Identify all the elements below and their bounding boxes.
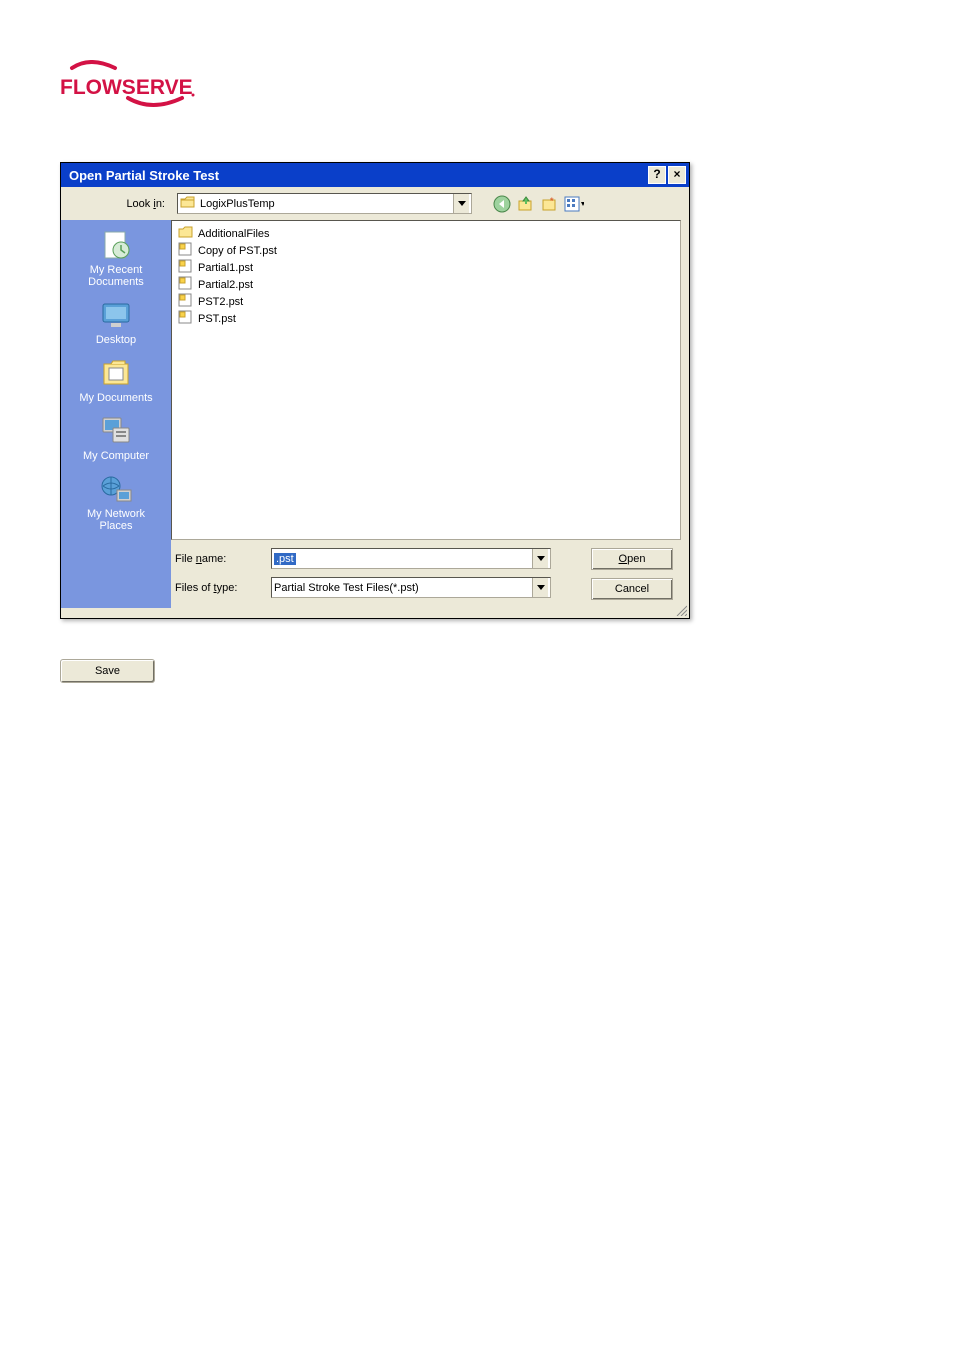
desktop-icon bbox=[99, 298, 133, 332]
resize-grip[interactable] bbox=[61, 608, 689, 618]
cancel-button[interactable]: Cancel bbox=[591, 578, 673, 600]
files-of-type-label: Files of type: bbox=[171, 582, 261, 594]
list-item[interactable]: PST2.pst bbox=[176, 293, 676, 310]
place-label: My Recent Documents bbox=[71, 264, 161, 288]
file-name: Partial1.pst bbox=[198, 262, 253, 274]
back-button[interactable] bbox=[492, 194, 512, 214]
open-file-dialog: Open Partial Stroke Test ? × Look in: Lo… bbox=[60, 162, 690, 619]
pst-file-icon bbox=[178, 242, 194, 259]
help-button[interactable]: ? bbox=[648, 166, 666, 184]
close-button[interactable]: × bbox=[668, 166, 686, 184]
pst-file-icon bbox=[178, 310, 194, 327]
views-button[interactable] bbox=[564, 194, 584, 214]
place-label: My Network Places bbox=[71, 508, 161, 532]
file-name: PST.pst bbox=[198, 313, 236, 325]
places-my-network-places[interactable]: My Network Places bbox=[71, 472, 161, 532]
dialog-title: Open Partial Stroke Test bbox=[69, 168, 648, 183]
file-name: AdditionalFiles bbox=[198, 228, 270, 240]
dialog-bottom: File name: .pst Files of type: Partial S… bbox=[171, 540, 689, 608]
dialog-titlebar: Open Partial Stroke Test ? × bbox=[61, 163, 689, 187]
places-bar: My Recent Documents Desktop My Documents bbox=[61, 220, 171, 608]
file-name-value: .pst bbox=[274, 553, 296, 565]
svg-text:FLOWSERVE: FLOWSERVE bbox=[60, 76, 193, 99]
place-label: My Documents bbox=[79, 392, 152, 404]
places-desktop[interactable]: Desktop bbox=[71, 298, 161, 346]
pst-file-icon bbox=[178, 293, 194, 310]
list-item[interactable]: Partial1.pst bbox=[176, 259, 676, 276]
file-list[interactable]: AdditionalFiles Copy of PST.pst Partial1… bbox=[171, 220, 681, 540]
files-of-type-select[interactable]: Partial Stroke Test Files(*.pst) bbox=[271, 577, 551, 598]
places-my-documents[interactable]: My Documents bbox=[71, 356, 161, 404]
open-button[interactable]: Open bbox=[591, 548, 673, 570]
my-computer-icon bbox=[99, 414, 133, 448]
look-in-value: LogixPlusTemp bbox=[200, 198, 275, 210]
places-my-recent-documents[interactable]: My Recent Documents bbox=[71, 228, 161, 288]
flowserve-logo: FLOWSERVE bbox=[60, 60, 894, 112]
folder-icon bbox=[178, 225, 194, 242]
file-name-label: File name: bbox=[171, 553, 261, 565]
save-button[interactable]: Save bbox=[60, 659, 155, 683]
list-item[interactable]: Copy of PST.pst bbox=[176, 242, 676, 259]
dropdown-arrow-icon[interactable] bbox=[532, 578, 548, 597]
file-name: PST2.pst bbox=[198, 296, 243, 308]
place-label: My Computer bbox=[83, 450, 149, 462]
create-new-folder-button[interactable]: * bbox=[540, 194, 560, 214]
dropdown-arrow-icon[interactable] bbox=[532, 549, 548, 568]
pst-file-icon bbox=[178, 276, 194, 293]
look-in-toolbar: Look in: LogixPlusTemp * bbox=[61, 187, 689, 220]
up-one-level-button[interactable] bbox=[516, 194, 536, 214]
svg-text:*: * bbox=[550, 196, 554, 206]
network-places-icon bbox=[99, 472, 133, 506]
my-documents-icon bbox=[99, 356, 133, 390]
folder-open-icon bbox=[180, 195, 196, 212]
dropdown-arrow-icon[interactable] bbox=[453, 194, 469, 213]
files-of-type-value: Partial Stroke Test Files(*.pst) bbox=[274, 582, 419, 594]
recent-documents-icon bbox=[99, 228, 133, 262]
file-name: Partial2.pst bbox=[198, 279, 253, 291]
look-in-label: Look in: bbox=[61, 198, 171, 210]
list-item[interactable]: AdditionalFiles bbox=[176, 225, 676, 242]
file-name: Copy of PST.pst bbox=[198, 245, 277, 257]
list-item[interactable]: PST.pst bbox=[176, 310, 676, 327]
places-my-computer[interactable]: My Computer bbox=[71, 414, 161, 462]
place-label: Desktop bbox=[96, 334, 136, 346]
look-in-dropdown[interactable]: LogixPlusTemp bbox=[177, 193, 472, 214]
list-item[interactable]: Partial2.pst bbox=[176, 276, 676, 293]
pst-file-icon bbox=[178, 259, 194, 276]
file-name-input[interactable]: .pst bbox=[271, 548, 551, 569]
